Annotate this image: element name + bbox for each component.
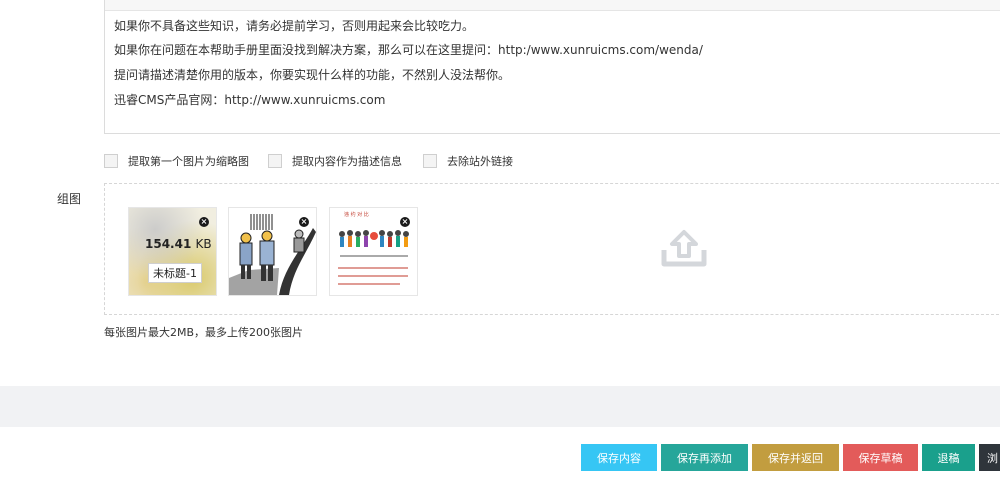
file-size: 154.41 KB: [145, 237, 212, 251]
editor-line: 迅睿CMS产品官网：http://www.xunruicms.com: [114, 93, 386, 107]
gallery-label: 组图: [57, 192, 82, 206]
checkbox[interactable]: [268, 154, 282, 168]
upload-icon[interactable]: [660, 228, 708, 268]
reject-button[interactable]: 退稿: [922, 444, 975, 471]
editor-top-strip: [105, 0, 1000, 11]
save-draft-button[interactable]: 保存草稿: [843, 444, 918, 471]
gallery-thumbnail[interactable]: ×: [228, 207, 317, 296]
checkbox[interactable]: [423, 154, 437, 168]
option-label: 去除站外链接: [447, 155, 513, 168]
option-label: 提取第一个图片为缩略图: [128, 155, 249, 168]
option-extract-thumbnail[interactable]: 提取第一个图片为缩略图: [104, 152, 249, 170]
remove-icon[interactable]: ×: [299, 217, 309, 227]
remove-icon[interactable]: ×: [199, 217, 209, 227]
option-extract-description[interactable]: 提取内容作为描述信息: [268, 152, 402, 170]
save-button[interactable]: 保存内容: [581, 444, 657, 471]
form-footer-band: [0, 386, 1000, 427]
content-editor[interactable]: 如果你不具备这些知识，请务必提前学习，否则用起来会比较吃力。 如果你在问题在本帮…: [104, 0, 1000, 134]
save-and-add-button[interactable]: 保存再添加: [661, 444, 748, 471]
poster-caption: 违 约 对 比: [344, 211, 369, 218]
editor-line: 提问请描述清楚你用的版本，你要实现什么样的功能，不然别人没法帮你。: [114, 68, 511, 82]
gallery-thumbnail[interactable]: 154.41 KB 未标题-1 ×: [128, 207, 217, 296]
remove-icon[interactable]: ×: [400, 217, 410, 227]
checkbox[interactable]: [104, 154, 118, 168]
save-and-return-button[interactable]: 保存并返回: [752, 444, 839, 471]
file-name: 未标题-1: [148, 263, 202, 283]
option-remove-external-links[interactable]: 去除站外链接: [423, 152, 513, 170]
upload-hint: 每张图片最大2MB，最多上传200张图片: [104, 326, 304, 339]
editor-line: 如果你不具备这些知识，请务必提前学习，否则用起来会比较吃力。: [114, 19, 475, 33]
image-upload-dropzone[interactable]: 154.41 KB 未标题-1 × × 违 约 对 比 ×: [104, 183, 1000, 315]
editor-line: 如果你在问题在本帮助手册里面没找到解决方案，那么可以在这里提问：http:/ww…: [114, 43, 703, 57]
option-label: 提取内容作为描述信息: [292, 155, 402, 168]
more-button[interactable]: 浏: [979, 444, 1000, 471]
gallery-thumbnail[interactable]: 违 约 对 比 ×: [329, 207, 418, 296]
